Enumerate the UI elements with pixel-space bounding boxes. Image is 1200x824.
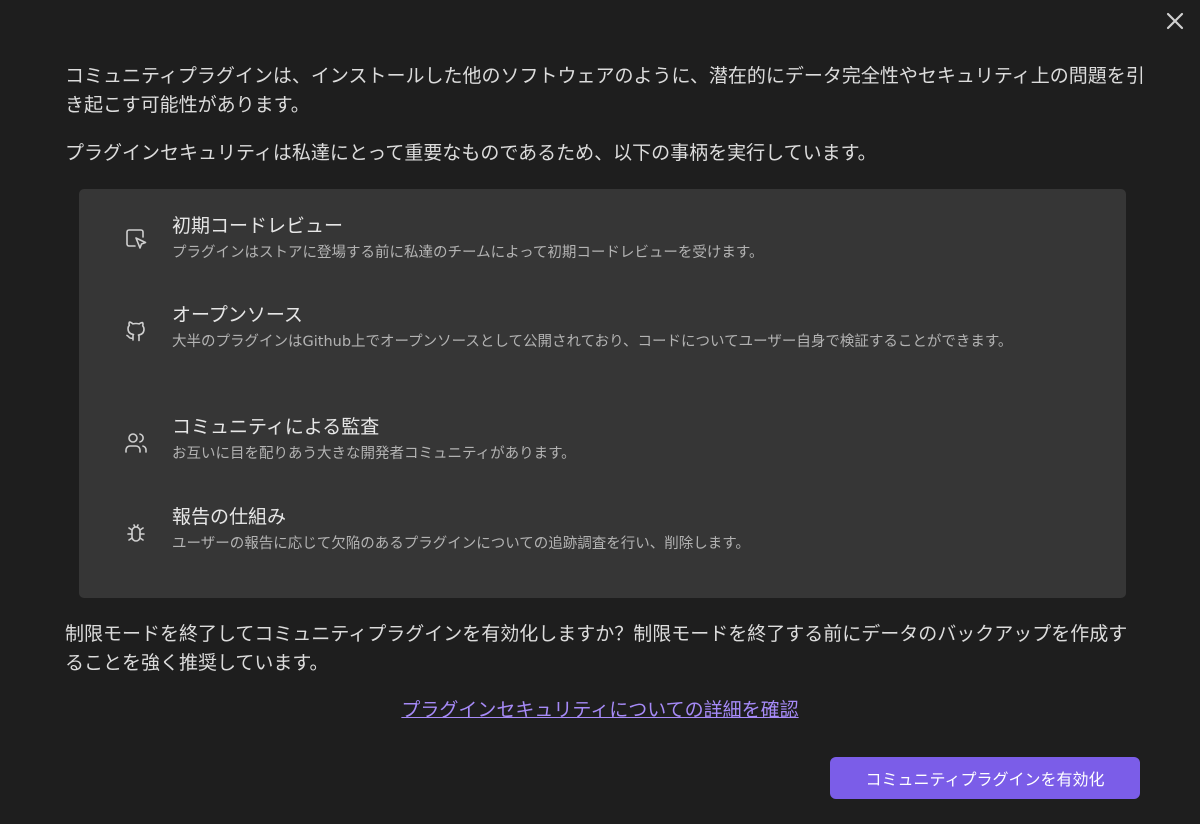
github-icon <box>123 318 149 344</box>
community-plugins-dialog: コミュニティプラグインは、インストールした他のソフトウェアのように、潜在的にデー… <box>0 0 1200 824</box>
feature-title: コミュニティによる監査 <box>172 416 380 438</box>
feature-description: プラグインはストアに登場する前に私達のチームによって初期コードレビューを受けます… <box>172 245 764 261</box>
close-button[interactable] <box>1162 8 1188 34</box>
feature-description: ユーザーの報告に応じて欠陥のあるプラグインについての追跡調査を行い、削除します。 <box>172 536 750 552</box>
bug-icon <box>123 520 149 546</box>
feature-title: オープンソース <box>172 304 303 326</box>
feature-title: 報告の仕組み <box>172 506 287 528</box>
feature-title: 初期コードレビュー <box>172 215 344 237</box>
close-icon <box>1166 12 1184 30</box>
intro-paragraph-risk: コミュニティプラグインは、インストールした他のソフトウェアのように、潜在的にデー… <box>65 65 1145 116</box>
users-icon <box>123 430 149 456</box>
intro-paragraph-security: プラグインセキュリティは私達にとって重要なものであるため、以下の事柄を実行してい… <box>65 142 877 164</box>
feature-description: 大半のプラグインはGithub上でオープンソースとして公開されており、コードにつ… <box>172 334 1013 350</box>
security-features-panel: 初期コードレビュー プラグインはストアに登場する前に私達のチームによって初期コー… <box>79 189 1126 598</box>
learn-more-container: プラグインセキュリティについての詳細を確認 <box>0 696 1200 724</box>
enable-community-plugins-button[interactable]: コミュニティプラグインを有効化 <box>830 757 1140 799</box>
feature-description: お互いに目を配りあう大きな開発者コミュニティがあります。 <box>172 446 576 462</box>
confirm-message: 制限モードを終了してコミュニティプラグインを有効化しますか？制限モードを終了する… <box>65 623 1128 674</box>
learn-more-link[interactable]: プラグインセキュリティについての詳細を確認 <box>401 699 798 721</box>
cursor-click-icon <box>123 225 149 251</box>
